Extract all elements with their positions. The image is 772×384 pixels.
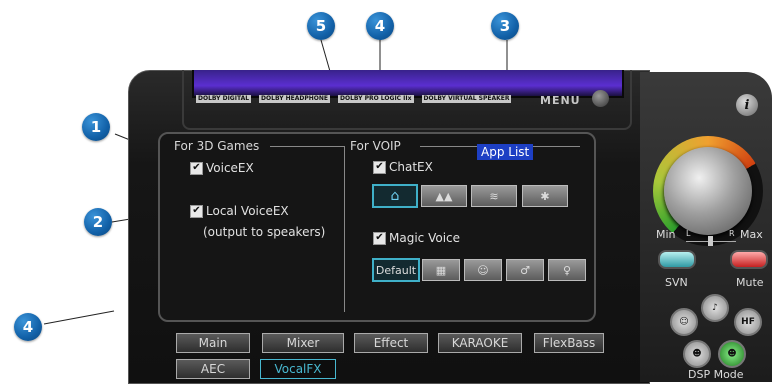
svn-label: SVN (665, 276, 688, 289)
app-list-button[interactable]: App List (477, 144, 534, 160)
dsp-hf-button[interactable]: HF (734, 308, 762, 336)
magic-male-button[interactable]: ♂ (506, 259, 544, 281)
magic-voice-checkbox-row[interactable]: ✔ Magic Voice (373, 231, 460, 245)
face-icon: ☺ (477, 263, 489, 277)
balance-slider[interactable] (708, 236, 713, 246)
voiceex-label: VoiceEX (206, 161, 254, 175)
tab-karaoke[interactable]: KARAOKE (438, 333, 522, 353)
female-icon: ♀ (562, 263, 572, 277)
menu-button[interactable] (592, 90, 609, 107)
dolby-digital-logo: DOLBY DIGITAL (196, 95, 252, 103)
chatex-crowd-button[interactable]: ▲▲ (421, 185, 467, 207)
dolby-logos: DOLBY DIGITAL DOLBY HEADPHONE DOLBY PRO … (196, 92, 512, 106)
hf-label: HF (741, 317, 755, 327)
local-voiceex-label: Local VoiceEX (206, 204, 289, 218)
group-divider (344, 146, 345, 312)
chatex-wind-button[interactable]: ≋ (471, 185, 517, 207)
magic-robot-button[interactable]: ▦ (422, 259, 460, 281)
note-icon: ♪ (712, 303, 718, 313)
chatex-label: ChatEX (389, 160, 433, 174)
mute-button[interactable] (730, 250, 768, 269)
info-button[interactable]: i (736, 94, 758, 116)
chatex-figure-button[interactable]: ✱ (522, 185, 568, 207)
tab-main[interactable]: Main (176, 333, 250, 353)
tab-vocalfx[interactable]: VocalFX (260, 359, 336, 379)
magic-face-button[interactable]: ☺ (464, 259, 502, 281)
home-icon: ⌂ (390, 188, 400, 204)
games-group-title: For 3D Games (174, 139, 264, 153)
tab-mixer[interactable]: Mixer (262, 333, 344, 353)
voiceex-checkbox-row[interactable]: ✔ VoiceEX (190, 161, 254, 175)
dolby-headphone-logo: DOLBY HEADPHONE (259, 95, 331, 103)
callout-4-top: 4 (366, 12, 394, 40)
games-group-line (270, 146, 344, 147)
local-voiceex-note: (output to speakers) (203, 225, 326, 239)
local-voiceex-checkbox-row[interactable]: ✔ Local VoiceEX (190, 204, 289, 218)
dsp-ghost-button[interactable]: ☺ (670, 308, 698, 336)
callout-3: 3 (491, 12, 519, 40)
voiceex-checkbox[interactable]: ✔ (190, 161, 203, 175)
volume-max-label: Max (740, 228, 763, 241)
magic-female-button[interactable]: ♀ (548, 259, 586, 281)
magic-default-button[interactable]: Default (372, 258, 420, 282)
magic-voice-label: Magic Voice (389, 231, 461, 245)
dsp-note-button[interactable]: ♪ (701, 294, 729, 322)
volume-knob[interactable] (664, 147, 752, 235)
dsp-mode-label: DSP Mode (688, 368, 744, 381)
voip-group-title: For VOIP (350, 139, 405, 153)
callout-1: 1 (82, 113, 110, 141)
dsp-green-face-button[interactable]: ☻ (718, 340, 746, 368)
dolby-prologic-logo: DOLBY PRO LOGIC IIx (338, 95, 414, 103)
green-face-icon: ☻ (727, 349, 737, 359)
tab-aec[interactable]: AEC (176, 359, 250, 379)
tab-flexbass[interactable]: FlexBass (534, 333, 604, 353)
tab-effect[interactable]: Effect (354, 333, 428, 353)
callout-4-left: 4 (14, 313, 42, 341)
menu-label: MENU (540, 94, 581, 107)
chatex-checkbox-row[interactable]: ✔ ChatEX (373, 160, 433, 174)
chatex-checkbox[interactable]: ✔ (373, 160, 386, 174)
wind-icon: ≋ (489, 189, 499, 203)
figure-icon: ✱ (540, 189, 550, 203)
local-voiceex-checkbox[interactable]: ✔ (190, 204, 203, 218)
callout-2: 2 (84, 208, 112, 236)
dolby-virtual-speaker-logo: DOLBY VIRTUAL SPEAKER (421, 95, 512, 103)
balance-l-label: L (686, 229, 691, 238)
chatex-home-button[interactable]: ⌂ (372, 184, 418, 208)
volume-min-label: Min (656, 228, 676, 241)
crowd-icon: ▲▲ (435, 189, 453, 203)
mute-label: Mute (736, 276, 764, 289)
magic-voice-checkbox[interactable]: ✔ (373, 231, 386, 245)
robot-icon: ▦ (435, 263, 447, 277)
male-icon: ♂ (520, 263, 530, 277)
svn-button[interactable] (658, 250, 696, 269)
callout-5: 5 (307, 12, 335, 40)
balance-r-label: R (729, 229, 735, 238)
dsp-face-button[interactable]: ☻ (683, 340, 711, 368)
ghost-icon: ☺ (679, 317, 689, 327)
face-icon: ☻ (692, 349, 702, 359)
